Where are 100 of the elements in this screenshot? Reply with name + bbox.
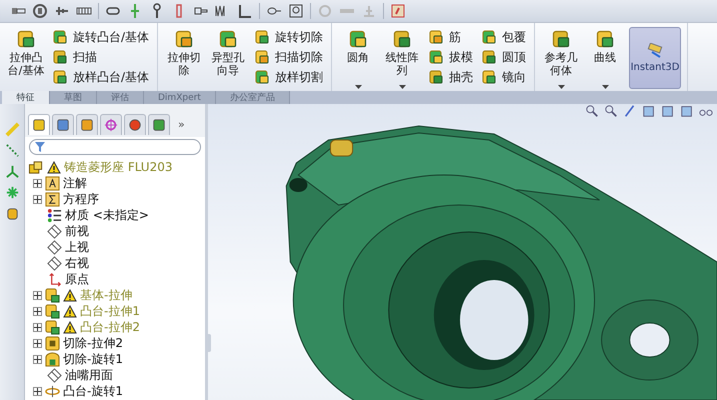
- filter-icon: [35, 142, 45, 152]
- instant3d-toggle-button[interactable]: Instant3D: [629, 27, 682, 89]
- ribbon-command-button[interactable]: 旋转切除: [252, 28, 326, 46]
- tree-item-label[interactable]: 上视: [65, 238, 89, 256]
- tree-item-label[interactable]: 方程序: [63, 190, 99, 208]
- tree-item-label[interactable]: 切除-旋转1: [63, 350, 123, 368]
- crosshair-tab-icon[interactable]: [100, 114, 122, 135]
- ribbon-command-button[interactable]: 圆顶: [479, 48, 528, 66]
- feature-icon: [218, 29, 238, 49]
- revolve-icon: [45, 384, 60, 398]
- tree-item-label[interactable]: 前视: [65, 222, 89, 240]
- sigma-icon: [45, 192, 60, 206]
- ribbon-command-button[interactable]: 包覆: [479, 28, 528, 46]
- collapse-handle[interactable]: [205, 334, 211, 352]
- extrude-icon: [45, 288, 60, 302]
- help-icon[interactable]: [390, 3, 406, 19]
- zoom-area-icon[interactable]: [604, 104, 618, 118]
- feature-icon: [595, 29, 616, 49]
- ruler-arrow-icon: [646, 43, 664, 59]
- feature-icon: [348, 29, 368, 49]
- warning-icon: [63, 320, 77, 334]
- expand-toggle[interactable]: [33, 386, 42, 396]
- plane-icon: [47, 240, 62, 254]
- ribbon-command-button[interactable]: 圆角: [338, 27, 378, 91]
- feature-icon: [52, 49, 68, 65]
- part-icon: [28, 160, 44, 174]
- axes-icon[interactable]: [4, 164, 20, 179]
- expand-toggle[interactable]: [33, 290, 42, 300]
- expand-toggle[interactable]: [33, 338, 42, 348]
- feature-icon: [16, 29, 36, 49]
- tree-item-label[interactable]: 原点: [65, 270, 89, 288]
- tree-item-label[interactable]: 油嘴用面: [65, 366, 113, 384]
- tree-item-label[interactable]: 注解: [63, 174, 87, 192]
- filter-field[interactable]: [29, 139, 201, 155]
- feature-tree-tab-icon[interactable]: [28, 114, 50, 135]
- plane-icon: [47, 368, 62, 382]
- feature-icon: [254, 69, 270, 85]
- tree-item-label[interactable]: 切除-拉伸2: [63, 334, 123, 352]
- more-tabs-chevron[interactable]: »: [178, 118, 185, 131]
- ribbon-command-button[interactable]: 抽壳: [426, 68, 476, 86]
- plane-icon: [47, 224, 62, 238]
- caret-icon: [558, 85, 565, 89]
- caret-icon: [354, 85, 362, 89]
- caret-icon: [602, 85, 609, 89]
- cut-revolve-icon: [45, 352, 60, 366]
- tree-item-label[interactable]: 右视: [65, 254, 89, 272]
- ribbon-command-button[interactable]: 异型孔向导: [208, 27, 248, 91]
- ribbon-command-button[interactable]: 扫描: [50, 48, 152, 66]
- frame-icon[interactable]: [288, 3, 304, 19]
- ribbon-command-button[interactable]: 拉伸切除: [164, 27, 204, 91]
- expand-toggle[interactable]: [33, 322, 42, 332]
- feature-icon: [481, 29, 498, 45]
- ribbon-command-button[interactable]: 镜向: [479, 68, 528, 86]
- warning-icon: [47, 160, 61, 174]
- ribbon-command-button[interactable]: 拉伸凸台/基体: [6, 27, 46, 91]
- ribbon-tab[interactable]: 特征: [2, 91, 50, 104]
- tree-item-label[interactable]: 凸台-拉伸2: [80, 318, 140, 336]
- ribbon-command-button[interactable]: 拔模: [426, 48, 476, 66]
- angle-icon[interactable]: [237, 3, 253, 19]
- nut-icon[interactable]: [32, 3, 48, 19]
- feature-icon: [254, 49, 270, 65]
- cut-extrude-icon: [45, 336, 60, 350]
- feature-icon: [254, 29, 270, 45]
- feature-icon: [481, 69, 498, 85]
- dashed-line-icon[interactable]: [4, 143, 20, 158]
- warning-icon: [63, 288, 77, 302]
- feature-icon: [481, 49, 498, 65]
- ribbon-command-button[interactable]: 放样切割: [252, 68, 326, 86]
- expand-toggle[interactable]: [33, 306, 42, 316]
- feature-icon: [428, 29, 444, 45]
- tree-item-label[interactable]: 材质 <未指定>: [65, 206, 149, 224]
- expand-toggle[interactable]: [33, 354, 42, 364]
- expand-toggle[interactable]: [33, 194, 42, 204]
- tree-item-label[interactable]: 凸台-拉伸1: [80, 302, 140, 320]
- extrude-icon: [45, 304, 60, 318]
- ribbon-command-button[interactable]: 曲线: [585, 27, 626, 91]
- tree-item-label[interactable]: 基体-拉伸: [80, 286, 132, 304]
- ribbon-command-button[interactable]: 放样凸台/基体: [50, 68, 152, 86]
- ribbon-command-button[interactable]: 参考几何体: [541, 27, 582, 91]
- tree-item-label[interactable]: 凸台-旋转1: [63, 382, 123, 400]
- ribbon-command-button[interactable]: 扫描切除: [252, 48, 326, 66]
- expand-toggle[interactable]: [33, 178, 42, 188]
- ribbon-command-button[interactable]: 旋转凸台/基体: [50, 28, 152, 46]
- plane-icon: [47, 256, 62, 270]
- feature-icon: [52, 69, 68, 85]
- feature-icon: [392, 29, 412, 49]
- feature-icon: [428, 49, 444, 65]
- zoom-fit-icon[interactable]: [585, 104, 599, 118]
- feature-icon: [174, 29, 194, 49]
- origin-icon: [47, 272, 62, 286]
- extrude-icon: [45, 320, 60, 334]
- ribbon-command-button[interactable]: 线性阵列: [382, 27, 422, 91]
- caret-icon: [398, 85, 406, 89]
- feature-icon: [428, 69, 444, 85]
- tree-item-label[interactable]: 铸造菱形座 FLU203: [64, 158, 172, 176]
- ribbon-command-button[interactable]: 筋: [426, 28, 476, 46]
- cylinder-icon[interactable]: [4, 206, 20, 221]
- feature-icon: [52, 29, 68, 45]
- warning-icon: [63, 304, 77, 318]
- annotation-icon: [45, 176, 60, 190]
